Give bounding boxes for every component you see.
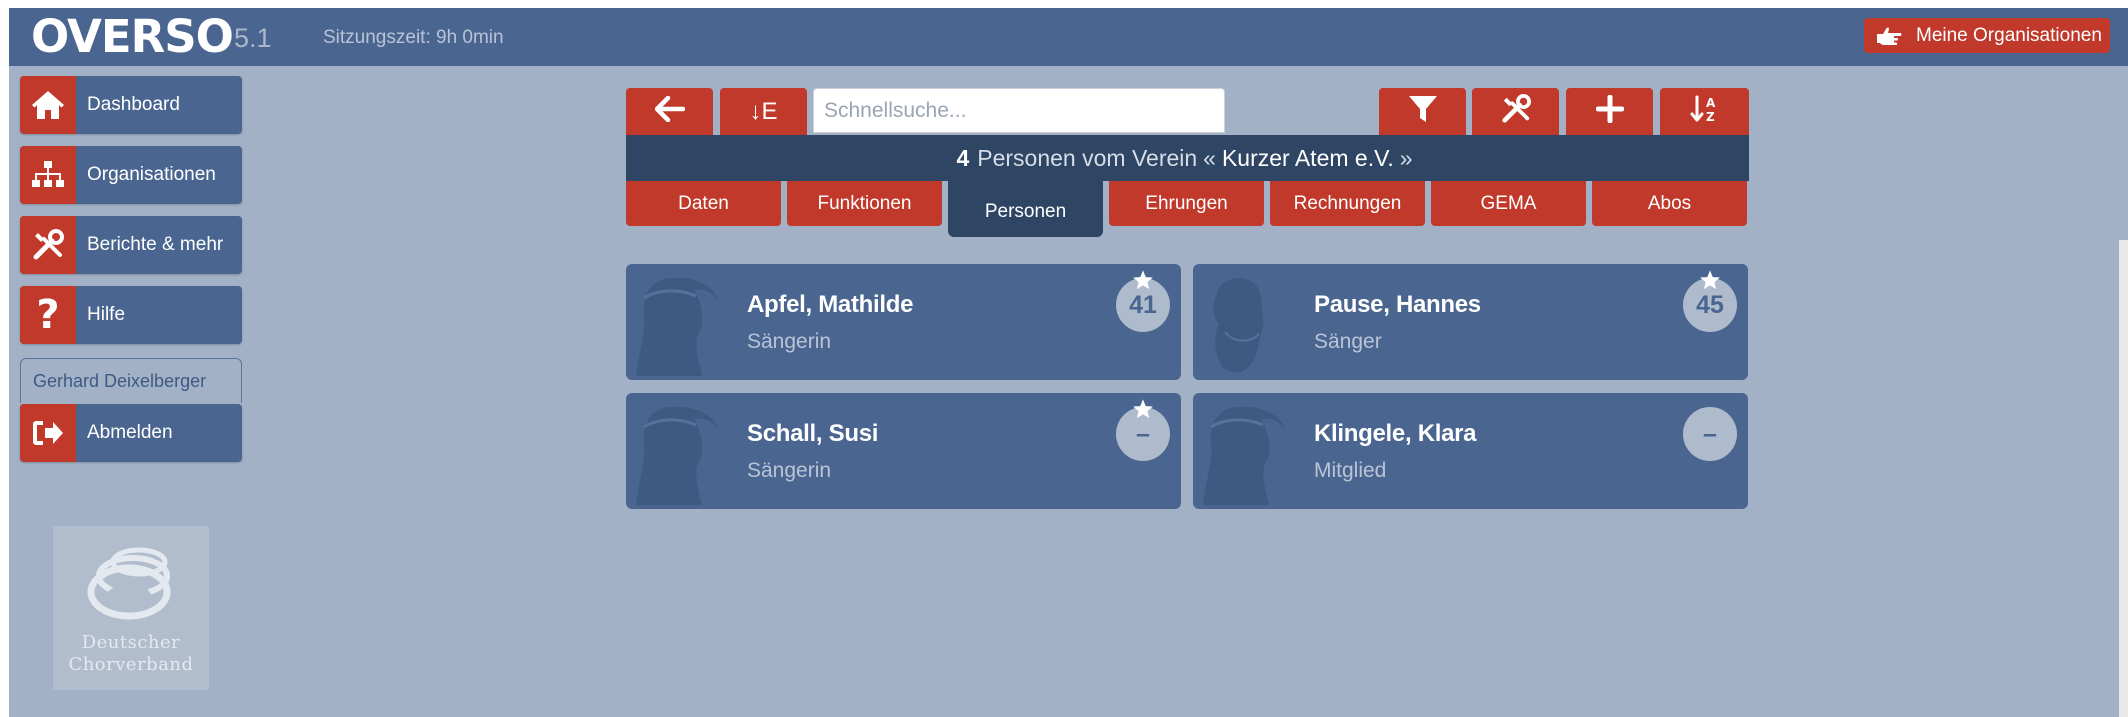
nav-berichte[interactable]: Berichte & mehr <box>20 216 242 274</box>
nav-hilfe[interactable]: ? Hilfe <box>20 286 242 344</box>
app-root: OVERSO 5.1 Sitzungszeit: 9h 0min Meine O… <box>9 8 2128 717</box>
sitemap-icon <box>20 146 76 204</box>
nav-label: Organisationen <box>87 164 216 185</box>
person-card[interactable]: Schall, Susi Sängerin – <box>626 393 1181 509</box>
user-name-box: Gerhard Deixelberger <box>20 358 242 403</box>
nav-label: Dashboard <box>87 94 180 115</box>
tab-personen[interactable]: Personen <box>948 181 1103 237</box>
plus-icon <box>1595 94 1624 128</box>
person-name[interactable]: Schall, Susi <box>747 420 878 448</box>
person-role: Sängerin <box>747 459 832 482</box>
deutscher-chorverband-logo: Deutscher Chorverband <box>53 526 209 690</box>
tab-ehrungen[interactable]: Ehrungen <box>1109 181 1264 226</box>
title-text: Personen vom Verein <box>977 144 1198 171</box>
tab-label: Daten <box>678 192 729 214</box>
quote-open: « <box>1203 144 1216 171</box>
nav-organisationen[interactable]: Organisationen <box>20 146 242 204</box>
tab-daten[interactable]: Daten <box>626 181 781 226</box>
filter-button[interactable] <box>1379 88 1466 135</box>
person-name[interactable]: Apfel, Mathilde <box>747 291 913 319</box>
star-icon[interactable] <box>1132 398 1154 420</box>
chorverband-emblem-icon <box>87 547 171 620</box>
star-icon[interactable] <box>1699 269 1721 291</box>
star-icon[interactable] <box>1132 269 1154 291</box>
svg-text:Z: Z <box>1706 110 1715 124</box>
my-organisations-button[interactable]: Meine Organisationen <box>1864 18 2110 53</box>
person-card[interactable]: Klingele, Klara Mitglied – <box>1193 393 1748 509</box>
scrollbar[interactable] <box>2119 240 2128 717</box>
person-badge: – <box>1683 407 1737 461</box>
person-name[interactable]: Pause, Hannes <box>1314 291 1481 319</box>
tab-label: Personen <box>984 201 1067 222</box>
person-card[interactable]: Pause, Hannes Sänger 45 <box>1193 264 1748 380</box>
sign-out-icon <box>20 404 76 462</box>
my-organisations-label: Meine Organisationen <box>1916 24 2102 46</box>
tools-icon <box>1501 94 1531 129</box>
club-name: Kurzer Atem e.V. <box>1221 144 1394 171</box>
sort-e-label: ↓E <box>749 97 778 125</box>
female-silhouette-icon <box>636 277 718 376</box>
tab-label: Abos <box>1647 192 1692 214</box>
app-version: 5.1 <box>234 23 272 53</box>
male-silhouette-icon <box>1213 278 1264 373</box>
user-name: Gerhard Deixelberger <box>33 371 207 391</box>
nav-label: Abmelden <box>87 422 173 443</box>
app-logo[interactable]: OVERSO <box>31 12 234 62</box>
top-bar: OVERSO 5.1 Sitzungszeit: 9h 0min Meine O… <box>9 8 2128 66</box>
tools-icon <box>20 216 76 274</box>
sort-e-button[interactable]: ↓E <box>720 88 807 135</box>
page-title: 4 Personen vom Verein « Kurzer Atem e.V.… <box>626 135 1749 181</box>
sort-alpha-button[interactable]: AZ <box>1660 88 1749 135</box>
tab-label: Ehrungen <box>1145 192 1228 214</box>
nav-label: Berichte & mehr <box>87 234 224 255</box>
tab-abos[interactable]: Abos <box>1592 181 1747 226</box>
logout-button[interactable]: Abmelden <box>20 404 242 462</box>
tab-rechnungen[interactable]: Rechnungen <box>1270 181 1425 226</box>
tab-gema[interactable]: GEMA <box>1431 181 1586 226</box>
search-input[interactable] <box>813 88 1225 133</box>
pointing-hand-icon <box>1874 25 1906 47</box>
question-icon: ? <box>20 286 76 344</box>
person-role: Sänger <box>1314 330 1382 353</box>
sort-alpha-icon: AZ <box>1690 94 1720 129</box>
nav-label: Hilfe <box>87 304 126 325</box>
svg-text:A: A <box>1706 96 1716 110</box>
person-count: 4 <box>956 144 970 171</box>
female-silhouette-icon <box>1203 406 1285 505</box>
person-role: Mitglied <box>1314 459 1387 482</box>
arrow-left-icon <box>654 95 685 127</box>
person-card[interactable]: Apfel, Mathilde Sängerin 41 <box>626 264 1181 380</box>
tab-label: GEMA <box>1480 192 1537 214</box>
add-button[interactable] <box>1566 88 1653 135</box>
person-role: Sängerin <box>747 330 832 353</box>
tab-label: Funktionen <box>817 192 912 214</box>
back-button[interactable] <box>626 88 713 135</box>
female-silhouette-icon <box>636 406 718 505</box>
tools-button[interactable] <box>1472 88 1559 135</box>
filter-icon <box>1408 94 1438 129</box>
logo-text-line2: Chorverband <box>68 654 194 675</box>
nav-dashboard[interactable]: Dashboard <box>20 76 242 134</box>
tab-label: Rechnungen <box>1293 192 1402 214</box>
person-name[interactable]: Klingele, Klara <box>1314 420 1477 448</box>
tab-funktionen[interactable]: Funktionen <box>787 181 942 226</box>
session-time: Sitzungszeit: 9h 0min <box>323 27 504 48</box>
logo-text-line1: Deutscher <box>81 632 181 653</box>
quote-close: » <box>1399 144 1413 171</box>
home-icon <box>20 76 76 134</box>
